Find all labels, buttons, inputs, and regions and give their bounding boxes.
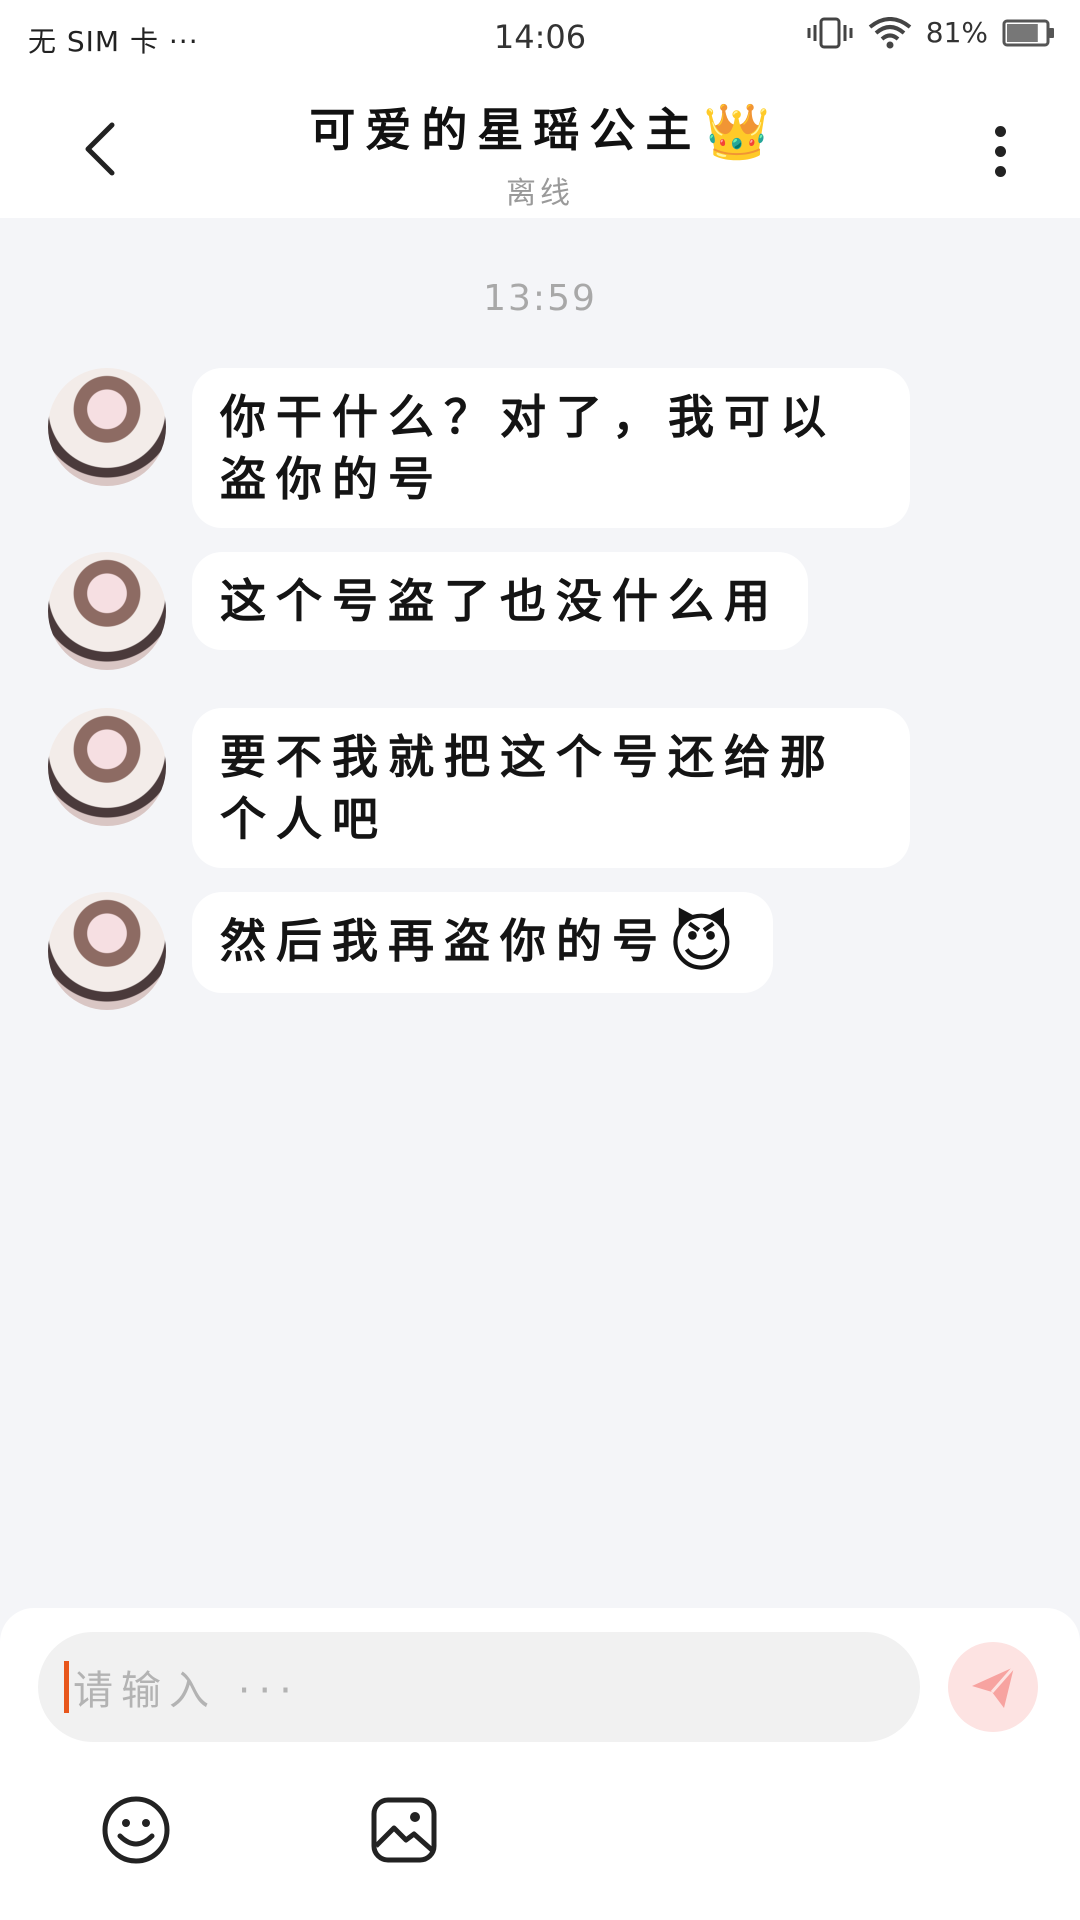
message-input[interactable]: 请输入 ··· (38, 1632, 920, 1742)
avatar[interactable] (48, 708, 166, 826)
more-vertical-icon (994, 125, 1006, 137)
send-button[interactable] (948, 1642, 1038, 1732)
message-bubble[interactable]: 你干什么？对了，我可以盗你的号 (192, 368, 910, 528)
online-status: 离线 (506, 176, 574, 211)
send-icon (972, 1666, 1016, 1708)
message-row: 这个号盗了也没什么用 (48, 552, 808, 670)
message-timestamp: 13:59 (483, 278, 597, 319)
message-row: 要不我就把这个号还给那个人吧 (48, 708, 910, 868)
input-placeholder: 请输入 ··· (73, 1668, 300, 1714)
vibrate-icon (807, 17, 853, 48)
contact-name: 可爱的星瑶公主 (309, 103, 702, 157)
crown-icon: 👑 (703, 100, 771, 163)
message-bubble[interactable]: 要不我就把这个号还给那个人吧 (192, 708, 910, 868)
message-text: 然后我再盗你的号 (220, 914, 668, 968)
status-bar: 无 SIM 卡 ··· 14:06 81% (0, 0, 1080, 76)
emoji-button[interactable] (100, 1794, 172, 1866)
avatar[interactable] (48, 552, 166, 670)
battery-percent: 81% (925, 16, 988, 49)
message-row: 然后我再盗你的号😈 (48, 892, 773, 1010)
smile-icon (102, 1796, 170, 1864)
message-row: 你干什么？对了，我可以盗你的号 (48, 368, 910, 528)
avatar[interactable] (48, 892, 166, 1010)
devil-emoji-icon: 😈 (668, 907, 745, 981)
status-icons: 81% (806, 16, 1056, 49)
message-bubble[interactable]: 然后我再盗你的号😈 (192, 892, 773, 993)
message-bubble[interactable]: 这个号盗了也没什么用 (192, 552, 808, 650)
more-dot (994, 145, 1006, 157)
avatar[interactable] (48, 368, 166, 486)
more-options-button[interactable] (980, 116, 1020, 186)
message-list[interactable]: 13:59 你干什么？对了，我可以盗你的号 这个号盗了也没什么用 要不我就把这个… (0, 218, 1080, 1608)
more-dot (994, 165, 1006, 177)
wifi-icon (868, 16, 912, 48)
text-caret (64, 1661, 69, 1713)
image-icon (371, 1797, 437, 1863)
composer: 请输入 ··· (0, 1608, 1080, 1920)
chat-header: 可爱的星瑶公主👑 离线 (0, 76, 1080, 218)
battery-icon (1002, 19, 1054, 46)
image-button[interactable] (368, 1794, 440, 1866)
